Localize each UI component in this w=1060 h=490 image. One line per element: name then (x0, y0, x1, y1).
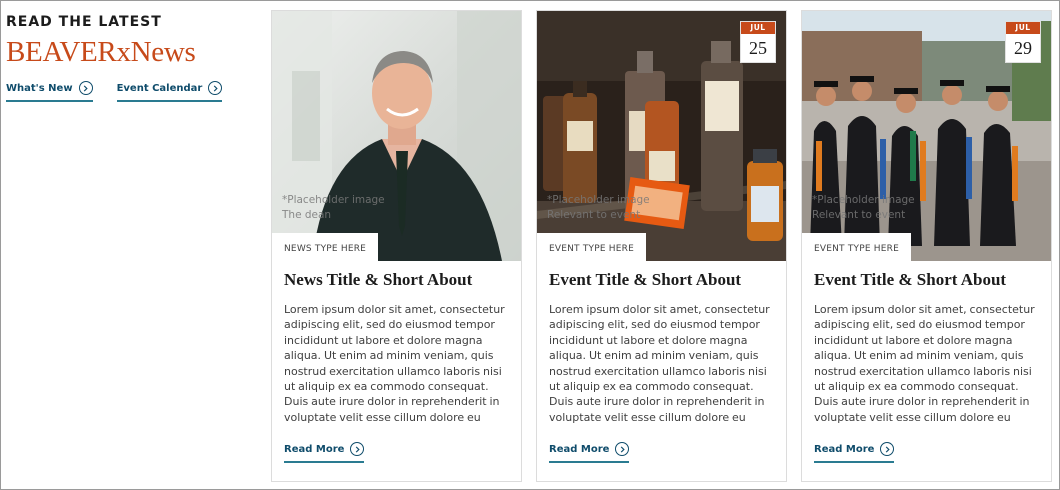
dean-photo (272, 11, 521, 261)
placeholder-note-line: *Placeholder image (547, 194, 650, 206)
whats-new-label: What's New (6, 82, 73, 94)
event-card[interactable]: *Placeholder image Relevant to event JUL… (801, 10, 1052, 482)
card-title[interactable]: Event Title & Short About (814, 270, 1039, 290)
date-month: JUL (741, 22, 775, 34)
card-type-label: EVENT TYPE HERE (537, 233, 646, 261)
section-eyebrow: READ THE LATEST (6, 14, 162, 30)
whats-new-link[interactable]: What's New (6, 81, 93, 102)
read-more-link[interactable]: Read More (284, 442, 365, 463)
circle-chevron-right-icon (208, 81, 223, 95)
placeholder-note-line: *Placeholder image (812, 194, 915, 206)
placeholder-note-line: Relevant to event (812, 209, 906, 221)
card-image[interactable]: *Placeholder image Relevant to event JUL… (537, 11, 786, 261)
date-badge: JUL 25 (740, 21, 776, 63)
placeholder-note: *Placeholder image Relevant to event (812, 193, 915, 223)
date-day: 29 (1014, 38, 1032, 58)
read-more-label: Read More (284, 443, 345, 455)
news-card[interactable]: *Placeholder image The dean NEWS TYPE HE… (271, 10, 522, 482)
placeholder-note: *Placeholder image The dean (282, 193, 385, 223)
card-title[interactable]: Event Title & Short About (549, 270, 774, 290)
circle-chevron-right-icon (880, 442, 895, 456)
placeholder-note-line: Relevant to event (547, 209, 641, 221)
read-more-link[interactable]: Read More (814, 442, 895, 463)
event-card[interactable]: *Placeholder image Relevant to event JUL… (536, 10, 787, 482)
card-excerpt: Lorem ipsum dolor sit amet, consectetur … (549, 303, 770, 424)
placeholder-note-line: The dean (282, 209, 332, 221)
circle-chevron-right-icon (78, 81, 93, 95)
card-type-label: NEWS TYPE HERE (272, 233, 379, 261)
read-more-link[interactable]: Read More (549, 442, 630, 463)
card-image[interactable]: *Placeholder image The dean NEWS TYPE HE… (272, 11, 521, 261)
intro-links: What's New Event Calendar (6, 81, 256, 102)
event-calendar-link[interactable]: Event Calendar (116, 81, 223, 102)
card-type-label: EVENT TYPE HERE (802, 233, 911, 261)
card-image[interactable]: *Placeholder image Relevant to event JUL… (802, 11, 1051, 261)
read-more-label: Read More (549, 443, 610, 455)
placeholder-note-line: *Placeholder image (282, 194, 385, 206)
card-excerpt: Lorem ipsum dolor sit amet, consectetur … (814, 303, 1035, 424)
read-more-label: Read More (814, 443, 875, 455)
circle-chevron-right-icon (350, 442, 365, 456)
brand-title: BEAVERxNews (6, 36, 196, 68)
placeholder-note: *Placeholder image Relevant to event (547, 193, 650, 223)
date-day: 25 (749, 38, 767, 58)
card-excerpt: Lorem ipsum dolor sit amet, consectetur … (284, 303, 505, 424)
intro-panel: READ THE LATEST BEAVERxNews What's New E… (6, 14, 256, 102)
card-title[interactable]: News Title & Short About (284, 270, 509, 290)
event-calendar-label: Event Calendar (116, 82, 203, 94)
date-badge: JUL 29 (1005, 21, 1041, 63)
date-month: JUL (1006, 22, 1040, 34)
circle-chevron-right-icon (615, 442, 630, 456)
